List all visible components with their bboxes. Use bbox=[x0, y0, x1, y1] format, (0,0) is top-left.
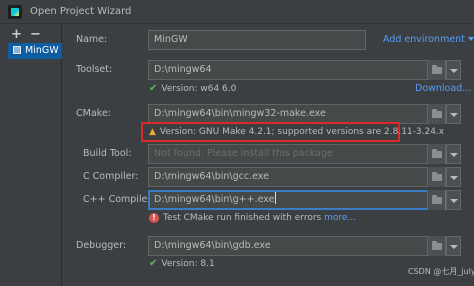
build-tool-label: Build Tool: bbox=[83, 148, 132, 159]
debugger-dropdown-icon[interactable] bbox=[446, 236, 461, 256]
cpp-compiler-dropdown-icon[interactable] bbox=[446, 190, 461, 210]
toolchain-sidebar: + − MinGW bbox=[0, 24, 62, 286]
build-tool-field[interactable]: Not found. Please install this package bbox=[148, 144, 446, 164]
watermark: CSDN @七月_july bbox=[408, 267, 474, 276]
c-compiler-dropdown-icon[interactable] bbox=[446, 167, 461, 187]
c-compiler-folder-icon[interactable] bbox=[427, 167, 445, 187]
clion-logo-icon bbox=[8, 5, 22, 19]
toolset-version: ✔ Version: w64 6.0 bbox=[149, 83, 236, 94]
sidebar-item-mingw[interactable]: MinGW bbox=[8, 43, 62, 59]
cmake-label: CMake: bbox=[76, 108, 111, 119]
warning-icon: ▲ bbox=[149, 127, 156, 137]
debugger-version: ✔ Version: 8.1 bbox=[149, 258, 215, 269]
debugger-version-text: Version: 8.1 bbox=[161, 259, 215, 269]
check-icon: ✔ bbox=[149, 258, 158, 269]
check-icon: ✔ bbox=[149, 83, 158, 94]
cpp-error-text: Test CMake run finished with errors bbox=[163, 213, 322, 223]
toolset-folder-icon[interactable] bbox=[427, 60, 445, 80]
toolset-field[interactable]: D:\mingw64 bbox=[148, 60, 446, 80]
add-environment-link[interactable]: Add environment bbox=[383, 34, 474, 45]
download-link[interactable]: Download... bbox=[415, 83, 471, 94]
debugger-folder-icon[interactable] bbox=[427, 236, 445, 256]
cmake-dropdown-icon[interactable] bbox=[446, 104, 461, 124]
cmake-version-warning: ▲ Version: GNU Make 4.2.1; supported vers… bbox=[149, 127, 444, 137]
debugger-field[interactable]: D:\mingw64\bin\gdb.exe bbox=[148, 236, 446, 256]
add-environment-label: Add environment bbox=[383, 34, 465, 45]
name-field[interactable]: MinGW bbox=[148, 30, 366, 50]
toolset-dropdown-icon[interactable] bbox=[446, 60, 461, 80]
cpp-compiler-error: ! Test CMake run finished with errors mor… bbox=[149, 213, 356, 223]
c-compiler-field[interactable]: D:\mingw64\bin\gcc.exe bbox=[148, 167, 446, 187]
cmake-warning-text: Version: GNU Make 4.2.1; supported versi… bbox=[159, 127, 445, 137]
cpp-compiler-field[interactable]: D:\mingw64\bin\g++.exe bbox=[148, 190, 446, 210]
toolchain-icon bbox=[13, 46, 21, 54]
cpp-compiler-label: C++ Compiler: bbox=[83, 194, 155, 205]
error-icon: ! bbox=[149, 213, 159, 223]
window-title: Open Project Wizard bbox=[30, 6, 132, 17]
cmake-field[interactable]: D:\mingw64\bin\mingw32-make.exe bbox=[148, 104, 446, 124]
cmake-folder-icon[interactable] bbox=[427, 104, 445, 124]
title-bar: Open Project Wizard bbox=[0, 0, 474, 24]
more-link[interactable]: more... bbox=[324, 213, 356, 223]
c-compiler-label: C Compiler: bbox=[83, 171, 139, 182]
cpp-compiler-value: D:\mingw64\bin\g++.exe bbox=[154, 194, 275, 205]
toolset-label: Toolset: bbox=[76, 64, 113, 75]
text-caret bbox=[275, 192, 277, 204]
sidebar-item-label: MinGW bbox=[25, 45, 59, 56]
build-tool-folder-icon[interactable] bbox=[427, 144, 445, 164]
add-toolchain-button[interactable]: + bbox=[11, 28, 22, 41]
debugger-label: Debugger: bbox=[76, 240, 127, 251]
toolset-version-text: Version: w64 6.0 bbox=[161, 84, 237, 94]
name-label: Name: bbox=[76, 34, 108, 45]
cpp-compiler-folder-icon[interactable] bbox=[427, 190, 445, 210]
chevron-down-icon bbox=[467, 37, 474, 41]
build-tool-dropdown-icon[interactable] bbox=[446, 144, 461, 164]
remove-toolchain-button[interactable]: − bbox=[30, 28, 41, 41]
